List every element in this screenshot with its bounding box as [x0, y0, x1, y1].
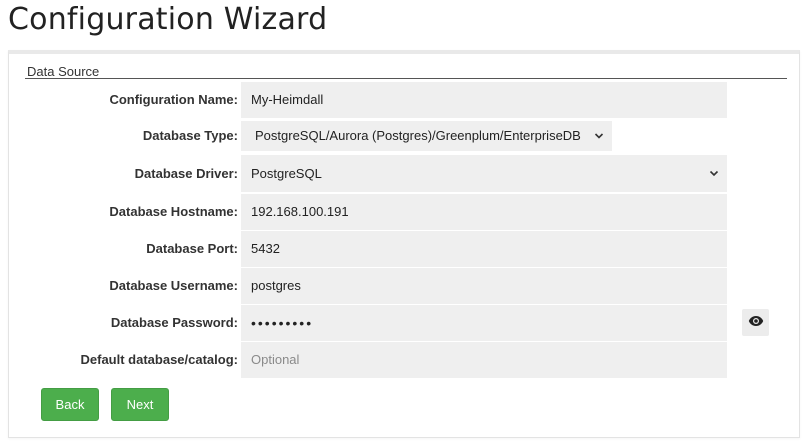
database-port-input[interactable]: 5432: [241, 231, 727, 267]
database-driver-value: PostgreSQL: [251, 166, 322, 181]
database-hostname-label: Database Hostname:: [109, 204, 238, 219]
back-button[interactable]: Back: [41, 388, 99, 421]
panel-legend: Data Source: [27, 64, 100, 79]
database-type-select[interactable]: PostgreSQL/Aurora (Postgres)/Greenplum/E…: [241, 121, 612, 151]
next-button[interactable]: Next: [111, 388, 169, 421]
data-source-panel: Data Source Configuration Name: My-Heimd…: [8, 50, 800, 438]
database-driver-select[interactable]: PostgreSQL: [241, 155, 727, 192]
row-database-type: Database Type: PostgreSQL/Aurora (Postgr…: [9, 118, 801, 154]
database-type-label: Database Type:: [142, 128, 238, 143]
row-database-port: Database Port: 5432: [9, 231, 801, 267]
database-type-value: PostgreSQL/Aurora (Postgres)/Greenplum/E…: [255, 128, 581, 143]
configuration-name-label: Configuration Name:: [109, 92, 238, 107]
eye-icon: [748, 314, 764, 332]
show-password-button[interactable]: [742, 309, 769, 336]
default-database-label: Default database/catalog:: [80, 352, 239, 367]
row-database-password: Database Password: •••••••••: [9, 305, 801, 341]
database-hostname-input[interactable]: 192.168.100.191: [241, 194, 727, 230]
page-title: Configuration Wizard: [8, 2, 328, 37]
database-username-label: Database Username:: [109, 278, 238, 293]
row-database-driver: Database Driver: PostgreSQL: [9, 155, 801, 192]
configuration-name-input[interactable]: My-Heimdall: [241, 82, 727, 118]
database-password-label: Database Password:: [110, 315, 238, 330]
database-password-input[interactable]: •••••••••: [241, 305, 727, 341]
database-port-label: Database Port:: [146, 241, 238, 256]
default-database-input[interactable]: Optional: [241, 342, 727, 378]
database-username-input[interactable]: postgres: [241, 268, 727, 304]
row-configuration-name: Configuration Name: My-Heimdall: [9, 82, 801, 118]
row-default-database: Default database/catalog: Optional: [9, 342, 801, 378]
row-database-username: Database Username: postgres: [9, 268, 801, 304]
row-database-hostname: Database Hostname: 192.168.100.191: [9, 194, 801, 230]
legend-divider: [25, 78, 787, 79]
database-driver-label: Database Driver:: [134, 166, 238, 181]
